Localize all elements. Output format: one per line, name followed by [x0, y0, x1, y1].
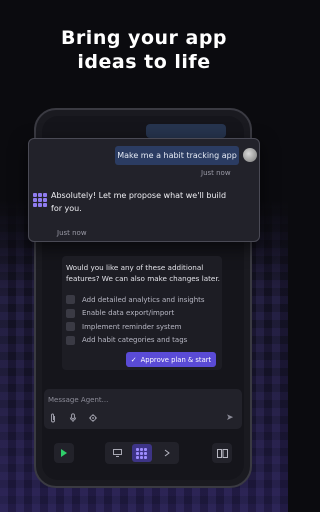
agent-logo-icon	[33, 193, 47, 207]
approve-plan-label: Approve plan & start	[140, 355, 212, 364]
bottom-toolbar	[40, 440, 248, 466]
agent-message-time: Just now	[57, 229, 87, 237]
mode-switcher	[105, 442, 179, 464]
run-button[interactable]	[54, 443, 74, 463]
arrow-icon[interactable]	[157, 444, 177, 462]
message-composer: ➤	[44, 389, 242, 429]
chat-card: Make me a habit tracking app Just now Ab…	[28, 138, 260, 242]
composer-tools	[48, 413, 98, 423]
feature-label: Enable data export/import	[82, 309, 175, 318]
approve-plan-button[interactable]: ✓ Approve plan & start	[126, 352, 216, 367]
page-headline: Bring your app ideas to life	[0, 26, 288, 74]
gear-icon[interactable]	[88, 413, 98, 423]
feature-list: Add detailed analytics and insights Enab…	[66, 293, 220, 347]
background-message	[146, 124, 226, 138]
send-icon[interactable]: ➤	[226, 413, 236, 423]
feature-checkbox[interactable]	[66, 295, 75, 305]
avatar[interactable]	[243, 148, 257, 162]
panel-icon[interactable]	[212, 443, 232, 463]
agent-message: Absolutely! Let me propose what we'll bu…	[51, 191, 227, 213]
headline-line-2: ideas to life	[77, 51, 211, 73]
feature-label: Add detailed analytics and insights	[82, 295, 205, 304]
feature-option[interactable]: Implement reminder system	[66, 320, 220, 334]
feature-label: Implement reminder system	[82, 322, 182, 331]
grid-icon[interactable]	[131, 444, 152, 462]
feature-option[interactable]: Add habit categories and tags	[66, 334, 220, 348]
user-message-time: Just now	[201, 169, 231, 177]
message-input[interactable]	[48, 393, 228, 407]
monitor-icon[interactable]	[107, 444, 127, 462]
feature-label: Add habit categories and tags	[82, 336, 188, 345]
feature-option[interactable]: Enable data export/import	[66, 307, 220, 321]
feature-proposal-card: Would you like any of these additional f…	[62, 256, 222, 370]
check-icon: ✓	[130, 355, 137, 364]
feature-prompt: Would you like any of these additional f…	[66, 263, 220, 283]
play-icon	[61, 449, 67, 457]
user-message: Make me a habit tracking app	[115, 146, 239, 165]
feature-checkbox[interactable]	[66, 335, 75, 345]
microphone-icon[interactable]	[68, 413, 78, 423]
feature-checkbox[interactable]	[66, 308, 75, 318]
headline-line-1: Bring your app	[60, 27, 228, 49]
feature-checkbox[interactable]	[66, 322, 75, 332]
paperclip-icon[interactable]	[48, 413, 58, 423]
feature-option[interactable]: Add detailed analytics and insights	[66, 293, 220, 307]
